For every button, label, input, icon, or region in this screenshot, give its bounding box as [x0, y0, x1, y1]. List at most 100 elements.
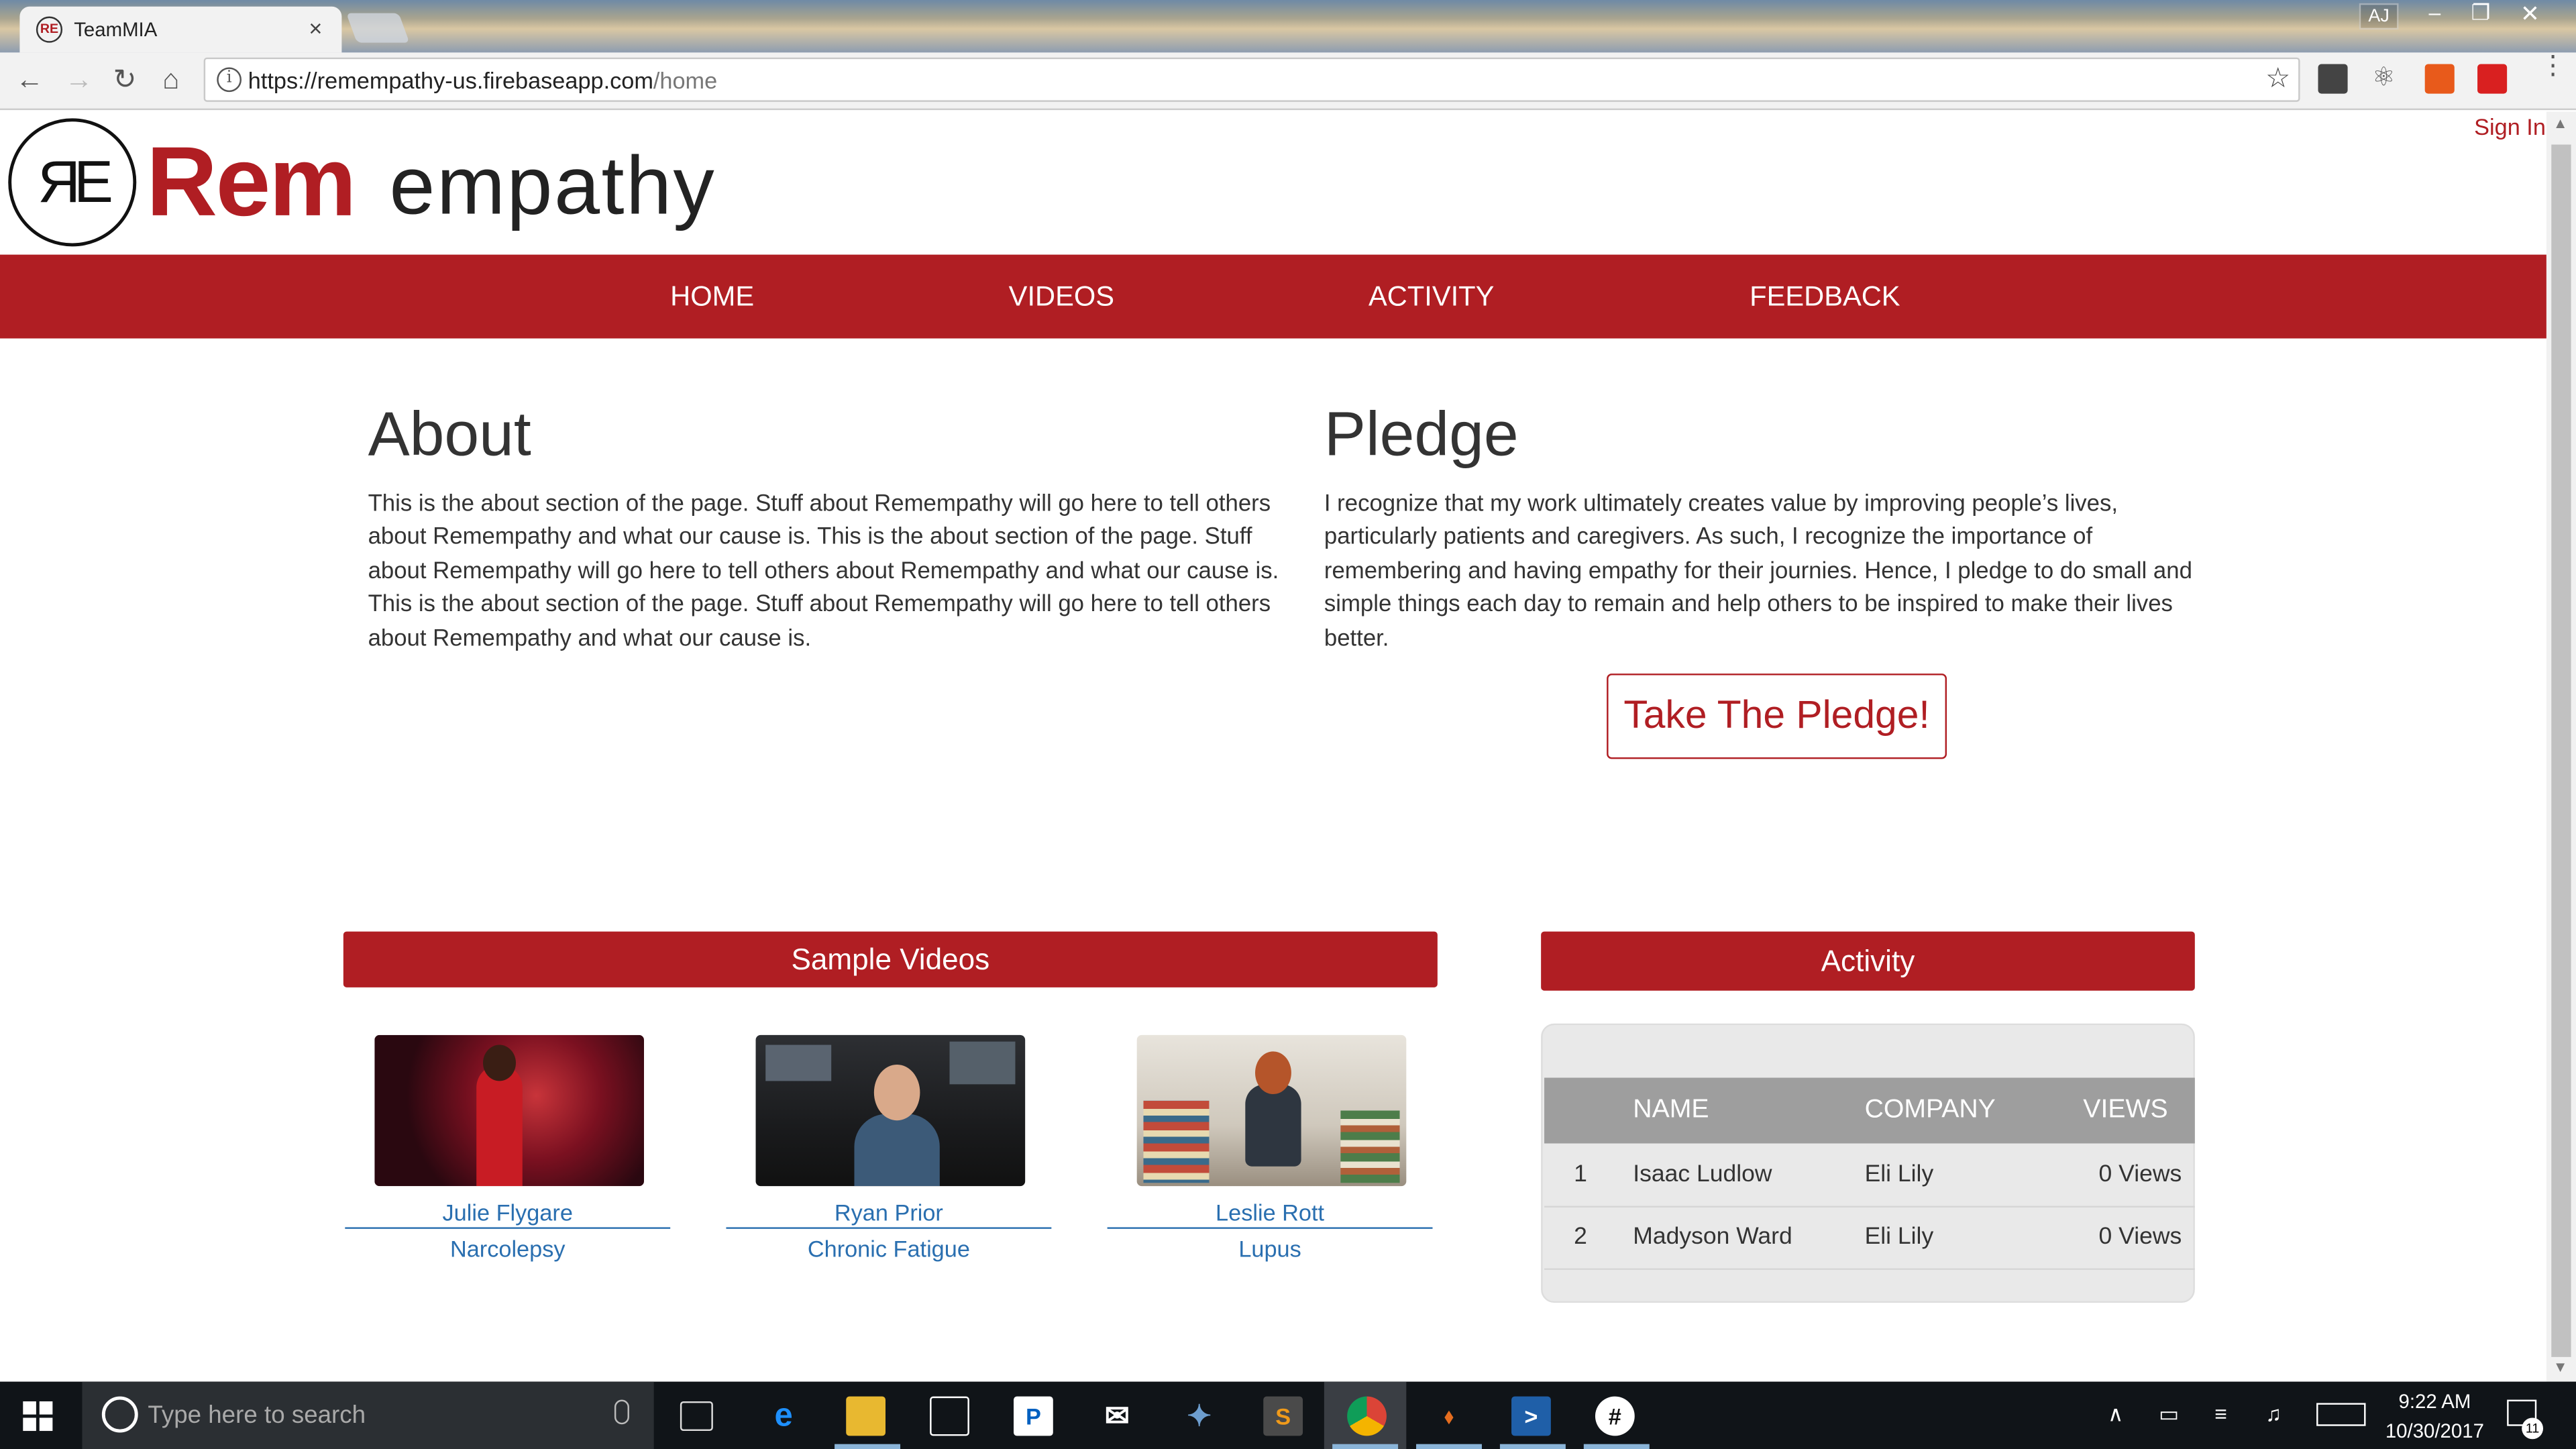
- page-scrollbar[interactable]: ▲ ▼: [2546, 111, 2576, 1382]
- row-company: Eli Lily: [1864, 1161, 1934, 1188]
- row-company: Eli Lily: [1864, 1224, 1934, 1250]
- back-icon[interactable]: ←: [10, 62, 50, 99]
- edge-icon[interactable]: e: [764, 1397, 804, 1436]
- browser-titlebar: RE TeamMIA × AJ – ❐ ✕: [0, 0, 2576, 53]
- tab-favicon-icon: RE: [36, 16, 63, 43]
- taskbar: Type here to search e P ✉ ✦ S ⬪ > # ∧ ▭ …: [0, 1381, 2576, 1449]
- logo[interactable]: ЯE Rem empathy: [8, 118, 780, 250]
- video-condition[interactable]: Chronic Fatigue: [726, 1236, 1051, 1262]
- tab-title: TeamMIA: [74, 17, 158, 42]
- menu-icon[interactable]: ⋮: [2540, 54, 2566, 80]
- show-hidden-icons[interactable]: ∧: [2108, 1401, 2123, 1428]
- video-person-link[interactable]: Leslie Rott: [1107, 1199, 1433, 1229]
- about-heading: About: [368, 400, 531, 470]
- file-explorer-icon[interactable]: [846, 1396, 885, 1436]
- extension-react-icon[interactable]: ⚛: [2369, 64, 2398, 94]
- sublime-icon[interactable]: S: [1263, 1396, 1303, 1436]
- row-views: 0 Views: [2098, 1161, 2182, 1188]
- nav-videos[interactable]: VIDEOS: [1009, 281, 1114, 314]
- about-text: This is the about section of the page. S…: [368, 491, 1279, 652]
- microphone-icon[interactable]: [614, 1399, 629, 1425]
- volume-icon[interactable]: ♫: [2265, 1401, 2282, 1426]
- video-condition[interactable]: Lupus: [1108, 1236, 1433, 1262]
- nav-activity[interactable]: ACTIVITY: [1368, 281, 1494, 314]
- scroll-up-icon[interactable]: ▲: [2553, 115, 2568, 131]
- mail-icon[interactable]: ✉: [1097, 1397, 1137, 1436]
- active-indicator: [1332, 1444, 1399, 1449]
- row-name: Isaac Ludlow: [1633, 1161, 1772, 1188]
- active-indicator: [1416, 1444, 1482, 1449]
- restore-icon[interactable]: ❐: [2458, 0, 2504, 30]
- slack-icon[interactable]: #: [1595, 1396, 1635, 1436]
- task-view-icon[interactable]: [680, 1401, 713, 1432]
- tab-close-icon[interactable]: ×: [309, 15, 322, 41]
- postgres-icon[interactable]: ✦: [1179, 1397, 1219, 1436]
- active-indicator: [1583, 1444, 1650, 1449]
- extension-lastpass-icon[interactable]: [2477, 64, 2508, 94]
- pledge-heading: Pledge: [1324, 400, 1519, 470]
- column-header-views: VIEWS: [2083, 1095, 2168, 1124]
- sample-videos-header: Sample Videos: [343, 931, 1438, 987]
- powershell-icon[interactable]: >: [1511, 1396, 1551, 1436]
- active-indicator: [835, 1444, 901, 1449]
- activity-header: Activity: [1541, 931, 2195, 991]
- logo-empathy-text: empathy: [389, 140, 716, 232]
- browser-tab[interactable]: RE TeamMIA ×: [19, 6, 342, 53]
- logo-mark: ЯE: [8, 118, 137, 247]
- url-text[interactable]: https://remempathy-us.firebaseapp.com/ho…: [248, 67, 717, 93]
- clock-date[interactable]: 10/30/2017: [2375, 1419, 2493, 1442]
- active-indicator: [1499, 1444, 1566, 1449]
- video-thumbnail[interactable]: [374, 1034, 644, 1187]
- search-placeholder: Type here to search: [148, 1401, 366, 1430]
- video-card[interactable]: Leslie Rott Lupus: [1107, 1034, 1436, 1265]
- pandora-icon[interactable]: P: [1014, 1396, 1053, 1436]
- table-row: 1 Isaac Ludlow Eli Lily 0 Views: [1544, 1145, 2195, 1208]
- reload-icon[interactable]: ↻: [105, 62, 145, 99]
- row-rank: 2: [1574, 1224, 1587, 1250]
- cortana-icon[interactable]: [101, 1396, 138, 1433]
- minimize-icon[interactable]: –: [2412, 0, 2458, 30]
- row-rank: 1: [1574, 1161, 1587, 1188]
- video-thumbnail[interactable]: [1136, 1034, 1407, 1187]
- chrome-icon[interactable]: [1347, 1396, 1387, 1436]
- screen: RE TeamMIA × AJ – ❐ ✕ ← → ↻ ⌂ i https://…: [0, 0, 2576, 1449]
- video-person-link[interactable]: Ryan Prior: [726, 1199, 1052, 1229]
- nav-home[interactable]: HOME: [670, 281, 754, 314]
- column-header-name: NAME: [1633, 1095, 1709, 1124]
- browser-toolbar: ← → ↻ ⌂ i https://remempathy-us.firebase…: [0, 52, 2576, 111]
- extension-rss-icon[interactable]: [2424, 64, 2455, 94]
- info-icon[interactable]: i: [217, 67, 241, 93]
- sign-in-link[interactable]: Sign In: [2474, 113, 2546, 140]
- new-tab-button[interactable]: [346, 13, 410, 43]
- keyboard-icon[interactable]: [2316, 1403, 2366, 1426]
- pledge-text: I recognize that my work ultimately crea…: [1324, 491, 2192, 652]
- url-path: /home: [653, 67, 718, 94]
- forward-icon[interactable]: →: [59, 62, 99, 99]
- window-close-icon[interactable]: ✕: [2507, 0, 2553, 30]
- activity-table: NAME COMPANY VIEWS 1 Isaac Ludlow Eli Li…: [1541, 1023, 2195, 1303]
- video-thumbnail[interactable]: [755, 1034, 1026, 1187]
- taskbar-search-box[interactable]: Type here to search: [82, 1381, 654, 1449]
- home-icon[interactable]: ⌂: [151, 62, 191, 99]
- logo-rem-text: Rem: [146, 126, 357, 237]
- windows-start-icon[interactable]: [23, 1401, 53, 1432]
- nav-feedback[interactable]: FEEDBACK: [1750, 281, 1900, 314]
- scroll-thumb[interactable]: [2551, 144, 2571, 1357]
- video-card[interactable]: Julie Flygare Narcolepsy: [345, 1034, 674, 1265]
- table-row: 2 Madyson Ward Eli Lily 0 Views: [1544, 1208, 2195, 1271]
- take-pledge-button[interactable]: Take The Pledge!: [1607, 674, 1947, 759]
- scroll-down-icon[interactable]: ▼: [2553, 1358, 2568, 1375]
- vscode-icon[interactable]: ⬪: [1430, 1397, 1469, 1436]
- clock-time[interactable]: 9:22 AM: [2385, 1390, 2484, 1413]
- address-bar[interactable]: i https://remempathy-us.firebaseapp.com/…: [203, 57, 2300, 102]
- extension-film-icon[interactable]: [2318, 64, 2348, 94]
- bookmark-star-icon[interactable]: ☆: [2265, 62, 2290, 95]
- video-person-link[interactable]: Julie Flygare: [345, 1199, 671, 1229]
- video-condition[interactable]: Narcolepsy: [345, 1236, 670, 1262]
- profile-button[interactable]: AJ: [2359, 3, 2399, 30]
- wifi-icon[interactable]: ≡: [2214, 1401, 2227, 1426]
- battery-icon[interactable]: ▭: [2159, 1401, 2179, 1428]
- video-card[interactable]: Ryan Prior Chronic Fatigue: [726, 1034, 1055, 1265]
- row-name: Madyson Ward: [1633, 1224, 1792, 1250]
- store-icon[interactable]: [930, 1396, 969, 1436]
